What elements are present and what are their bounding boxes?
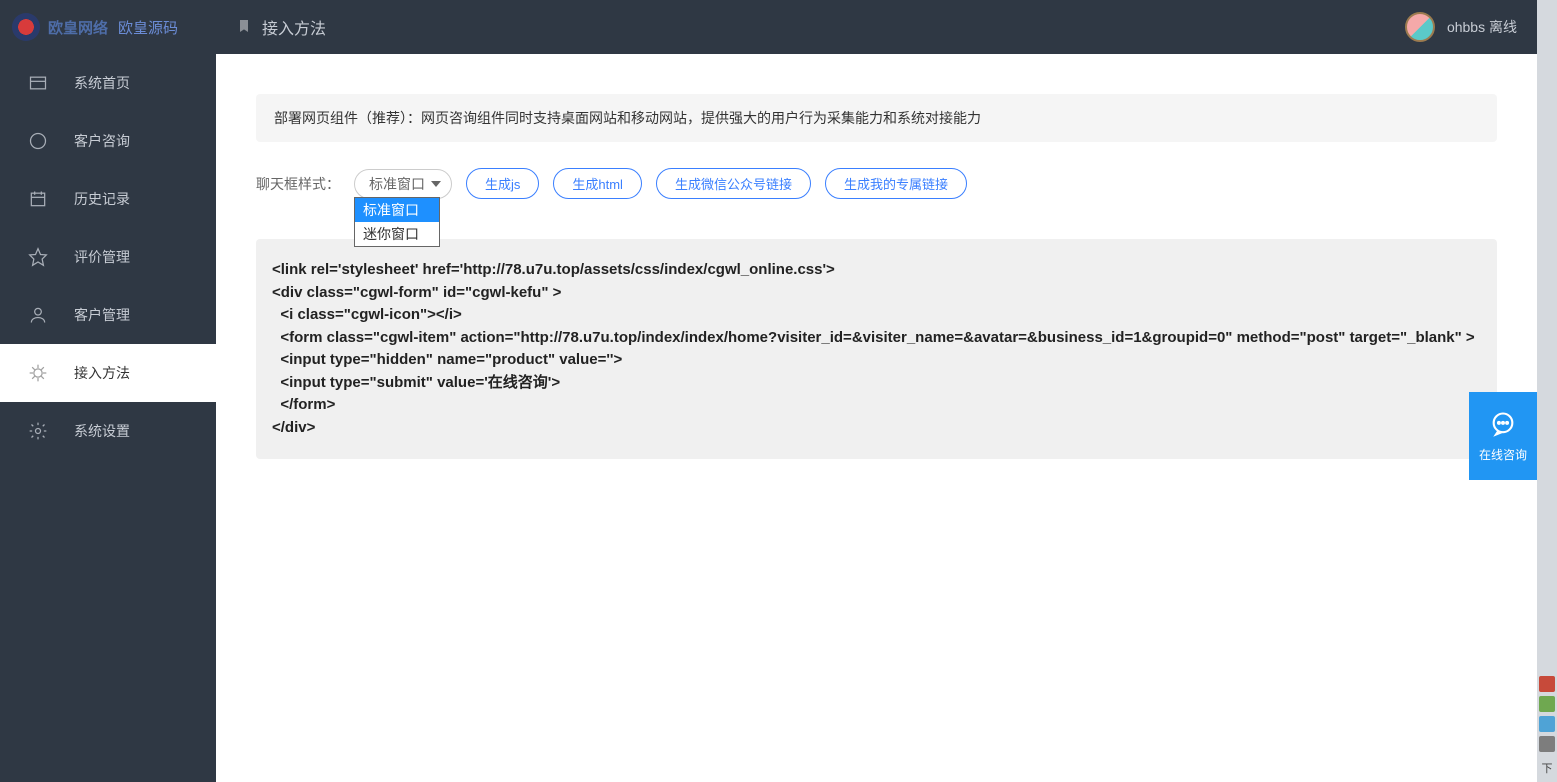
generate-html-button[interactable]: 生成html: [553, 168, 642, 199]
generate-wechat-button[interactable]: 生成微信公众号链接: [656, 168, 811, 199]
style-select-value: 标准窗口: [369, 176, 425, 192]
brand-name1: 欧皇网络: [48, 17, 108, 38]
style-select[interactable]: 标准窗口: [354, 169, 452, 199]
window-icon: [28, 73, 48, 93]
sidebar-item-access[interactable]: 接入方法: [0, 344, 216, 402]
tray-icon[interactable]: [1539, 716, 1555, 732]
plug-icon: [28, 363, 48, 383]
sidebar-item-customers[interactable]: 客户管理: [0, 286, 216, 344]
info-banner: 部署网页组件（推荐）：网页咨询组件同时支持桌面网站和移动网站，提供强大的用户行为…: [256, 94, 1497, 142]
brand-header: 欧皇网络 欧皇源码: [0, 0, 216, 54]
dropdown-option-mini[interactable]: 迷你窗口: [355, 222, 439, 246]
content: 部署网页组件（推荐）：网页咨询组件同时支持桌面网站和移动网站，提供强大的用户行为…: [216, 54, 1537, 782]
sidebar-item-label: 历史记录: [74, 189, 130, 209]
tray-icon[interactable]: [1539, 696, 1555, 712]
style-label: 聊天框样式：: [256, 174, 340, 194]
brand-name2: 欧皇源码: [118, 17, 178, 38]
sidebar-item-history[interactable]: 历史记录: [0, 170, 216, 228]
sidebar-item-consult[interactable]: 客户咨询: [0, 112, 216, 170]
sidebar-item-label: 系统设置: [74, 421, 130, 441]
sidebar-item-label: 接入方法: [74, 363, 130, 383]
rail-footer-text: 下: [1542, 760, 1553, 776]
bookmark-icon: [236, 18, 252, 37]
gear-icon: [28, 421, 48, 441]
sidebar-item-label: 客户管理: [74, 305, 130, 325]
generate-js-button[interactable]: 生成js: [466, 168, 539, 199]
dropdown-option-standard[interactable]: 标准窗口: [355, 198, 439, 222]
main-area: 接入方法 ohbbs 离线 部署网页组件（推荐）：网页咨询组件同时支持桌面网站和…: [216, 0, 1537, 782]
generate-mylink-button[interactable]: 生成我的专属链接: [825, 168, 967, 199]
topbar: 接入方法 ohbbs 离线: [216, 0, 1537, 54]
sidebar: 欧皇网络 欧皇源码 系统首页 客户咨询 历史记录: [0, 0, 216, 782]
avatar[interactable]: [1405, 12, 1435, 42]
calendar-icon: [28, 189, 48, 209]
circle-icon: [28, 131, 48, 151]
star-icon: [28, 247, 48, 267]
sidebar-item-label: 系统首页: [74, 73, 130, 93]
sidebar-item-settings[interactable]: 系统设置: [0, 402, 216, 460]
system-tray-rail: 下: [1537, 0, 1557, 782]
page-title: 接入方法: [262, 15, 326, 39]
controls-row: 聊天框样式： 标准窗口 标准窗口 迷你窗口 生成js 生成html 生成微信公众…: [256, 168, 1497, 199]
code-snippet[interactable]: <link rel='stylesheet' href='http://78.u…: [256, 239, 1497, 459]
logo-icon: [12, 13, 40, 41]
sidebar-menu: 系统首页 客户咨询 历史记录 评价管理: [0, 54, 216, 782]
style-select-wrap: 标准窗口 标准窗口 迷你窗口: [354, 169, 452, 199]
chevron-down-icon: [431, 181, 441, 187]
user-status[interactable]: ohbbs 离线: [1447, 17, 1517, 37]
tray-icon[interactable]: [1539, 736, 1555, 752]
sidebar-item-reviews[interactable]: 评价管理: [0, 228, 216, 286]
float-consult-widget[interactable]: 在线咨询: [1469, 392, 1537, 480]
tray-icon[interactable]: [1539, 676, 1555, 692]
user-icon: [28, 305, 48, 325]
style-dropdown: 标准窗口 迷你窗口: [354, 197, 440, 247]
sidebar-item-label: 客户咨询: [74, 131, 130, 151]
float-consult-label: 在线咨询: [1479, 446, 1527, 463]
sidebar-item-label: 评价管理: [74, 247, 130, 267]
chat-icon: [1489, 410, 1517, 438]
sidebar-item-home[interactable]: 系统首页: [0, 54, 216, 112]
